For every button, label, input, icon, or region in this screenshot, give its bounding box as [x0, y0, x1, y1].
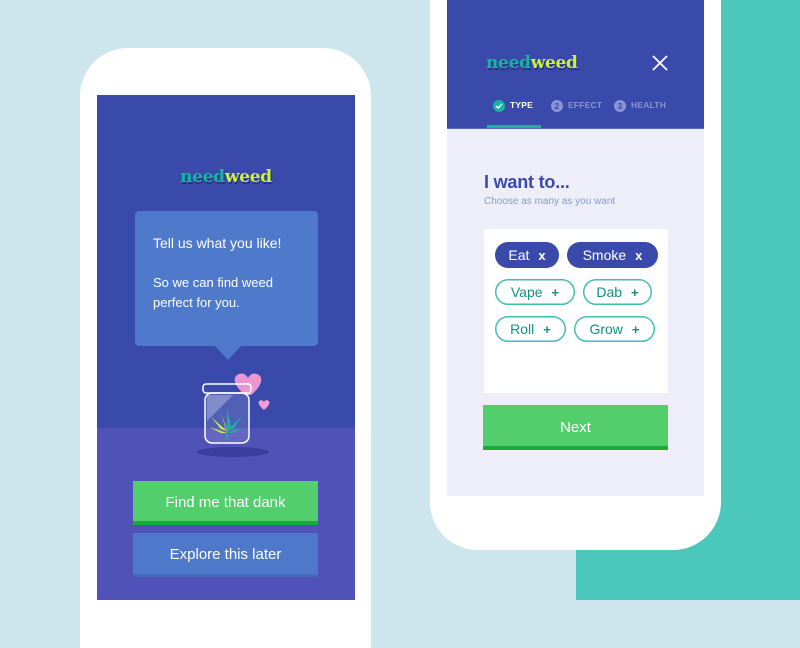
logo-need: need [486, 53, 531, 73]
question-subtitle: Choose as many as you want [484, 196, 616, 207]
remove-icon: x [538, 247, 546, 263]
check-icon [493, 100, 505, 112]
step-tabs: TYPE 2 EFFECT 3 HEALTH [447, 100, 704, 128]
chip-grow[interactable]: Grow + [574, 316, 655, 342]
step-number-3: 3 [614, 100, 626, 112]
add-icon: + [543, 321, 551, 337]
remove-icon: x [635, 247, 643, 263]
option-chips-container: Eat x Smoke x Vape + Dab + Roll + Grow + [484, 229, 668, 393]
heart-small-icon [258, 400, 270, 410]
add-icon: + [631, 321, 640, 337]
chip-label: Roll [510, 321, 535, 337]
tab-health[interactable]: 3 HEALTH [614, 100, 666, 128]
add-icon: + [631, 284, 639, 300]
find-me-that-dank-button[interactable]: Find me that dank [133, 481, 318, 525]
jar-shadow [197, 447, 269, 457]
bubble-title: Tell us what you like! [153, 235, 282, 251]
chip-label: Dab [596, 284, 623, 300]
step-number-2: 2 [551, 100, 563, 112]
chip-label: Grow [589, 321, 623, 337]
jar-illustration [197, 373, 270, 457]
app-logo: needweed [97, 167, 355, 187]
chip-eat[interactable]: Eat x [495, 242, 559, 268]
app-logo: needweed [486, 53, 578, 73]
chip-smoke[interactable]: Smoke x [567, 242, 658, 268]
explore-later-button[interactable]: Explore this later [133, 533, 318, 577]
question-title: I want to... [484, 172, 570, 192]
chip-label: Vape [510, 284, 543, 300]
type-selection-screen: needweed TYPE 2 EFFECT 3 HEALTH I want t… [447, 0, 704, 496]
tab-health-label: HEALTH [631, 100, 667, 110]
logo-weed: weed [530, 53, 578, 73]
tab-type[interactable]: TYPE [493, 100, 533, 128]
chip-label: Smoke [582, 247, 627, 263]
tab-effect-label: EFFECT [568, 100, 603, 110]
bubble-body: So we can find weed perfect for you. [153, 275, 273, 310]
tab-type-label: TYPE [510, 100, 534, 110]
logo-need: need [180, 167, 225, 187]
chip-label: Eat [508, 247, 530, 263]
chip-roll[interactable]: Roll + [495, 316, 566, 342]
logo-weed: weed [224, 167, 272, 187]
chip-dab[interactable]: Dab + [583, 279, 652, 305]
chip-vape[interactable]: Vape + [495, 279, 575, 305]
header-bar: needweed TYPE 2 EFFECT 3 HEALTH [447, 0, 704, 129]
close-icon[interactable] [651, 54, 669, 72]
speech-bubble: Tell us what you like! So we can find we… [135, 211, 318, 360]
welcome-screen: needweed Tell us what you like! So we ca… [97, 95, 355, 600]
active-tab-indicator [487, 125, 541, 128]
add-icon: + [551, 284, 560, 300]
tab-effect[interactable]: 2 EFFECT [551, 100, 602, 128]
next-button[interactable]: Next [483, 405, 668, 450]
